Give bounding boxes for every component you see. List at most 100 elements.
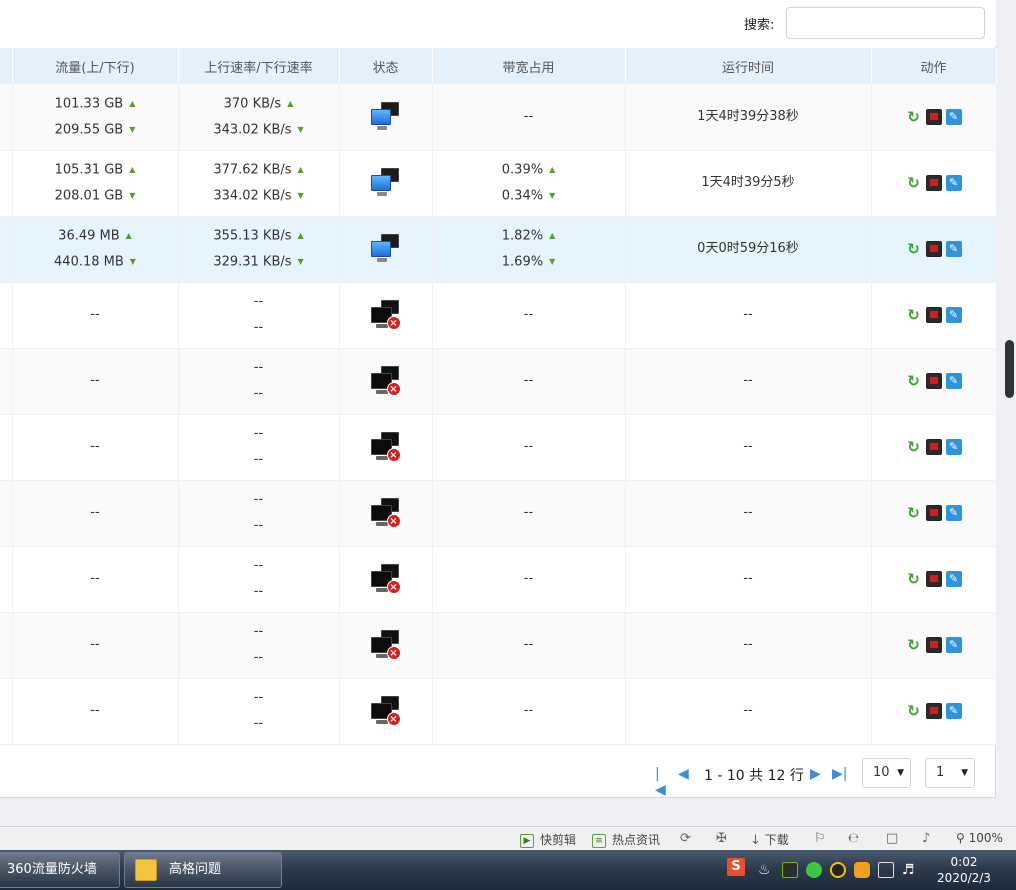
- taskbar-app-360firewall[interactable]: 360流量防火墙: [0, 852, 120, 888]
- col-bandwidth[interactable]: 带宽占用: [432, 48, 626, 84]
- edit-icon[interactable]: ✎: [945, 637, 962, 653]
- table-row[interactable]: -- -- -- × -- -- ↻ ✎: [0, 546, 997, 613]
- edit-icon[interactable]: ✎: [945, 241, 962, 257]
- refresh-icon[interactable]: ↻: [906, 439, 922, 455]
- col-actions: 动作: [871, 48, 997, 84]
- flag-icon[interactable]: ⚐: [814, 831, 826, 846]
- uptime-value: --: [743, 439, 753, 454]
- edit-icon[interactable]: ✎: [945, 571, 962, 587]
- 360-guard-icon[interactable]: [806, 862, 822, 878]
- col-rate[interactable]: 上行速率/下行速率: [178, 48, 340, 84]
- refresh-icon[interactable]: ↻: [906, 703, 922, 719]
- page-size-select[interactable]: 10 ▼: [862, 758, 911, 788]
- rate-down: --: [253, 584, 264, 599]
- table-row[interactable]: -- -- -- × -- -- ↻ ✎: [0, 282, 997, 349]
- refresh-icon[interactable]: ↻: [906, 637, 922, 653]
- table-row[interactable]: -- -- -- × -- -- ↻ ✎: [0, 678, 997, 745]
- traffic-down: 208.01 GB: [13, 183, 178, 209]
- network-icon[interactable]: [878, 862, 894, 878]
- table-row[interactable]: -- -- -- × -- -- ↻ ✎: [0, 348, 997, 415]
- remote-desktop-icon[interactable]: [925, 175, 942, 191]
- actions-cell: ↻ ✎: [871, 348, 997, 415]
- table-row[interactable]: -- -- -- × -- -- ↻ ✎: [0, 480, 997, 547]
- nvidia-icon[interactable]: [782, 862, 798, 878]
- table-row[interactable]: 101.33 GB209.55 GB370 KB/s343.02 KB/s -- 1…: [0, 84, 997, 151]
- col-uptime[interactable]: 运行时间: [625, 48, 872, 84]
- bandwidth-cell: --: [432, 282, 626, 349]
- edit-icon[interactable]: ✎: [945, 439, 962, 455]
- speed-icon[interactable]: ⟳: [680, 831, 691, 846]
- refresh-icon[interactable]: ↻: [906, 571, 922, 587]
- row-stub: [0, 150, 13, 217]
- edit-icon[interactable]: ✎: [945, 703, 962, 719]
- last-page-icon[interactable]: ▶|: [832, 766, 847, 782]
- refresh-icon[interactable]: ↻: [906, 241, 922, 257]
- windows-taskbar: 360流量防火墙 高格问题 S ♨ ♬ 0:02 2020/2/3: [0, 850, 1016, 890]
- refresh-icon[interactable]: ↻: [906, 307, 922, 323]
- remote-desktop-icon[interactable]: [925, 703, 942, 719]
- remote-desktop-icon[interactable]: [925, 505, 942, 521]
- accelerate-icon[interactable]: ✠: [716, 831, 727, 846]
- bandwidth-value: --: [523, 571, 534, 586]
- rate-cell: -- --: [178, 678, 340, 745]
- uptime-value: --: [743, 571, 753, 586]
- remote-desktop-icon[interactable]: [925, 307, 942, 323]
- hotnews-button[interactable]: ≡ 热点资讯: [592, 831, 660, 848]
- edit-icon[interactable]: ✎: [945, 108, 962, 125]
- col-traffic[interactable]: 流量(上/下行): [12, 48, 179, 84]
- sogou-ime-icon[interactable]: S: [727, 858, 745, 876]
- next-page-icon[interactable]: ▶: [810, 766, 824, 782]
- remote-desktop-icon[interactable]: [925, 439, 942, 455]
- actions-cell: ↻ ✎: [871, 282, 997, 349]
- refresh-icon[interactable]: ↻: [906, 505, 922, 521]
- row-stub: [0, 546, 13, 613]
- remote-desktop-icon[interactable]: [925, 241, 942, 257]
- row-stub: [0, 480, 13, 547]
- taskbar-app-folder[interactable]: 高格问题: [124, 852, 282, 888]
- zoom-control[interactable]: ⚲ 100%: [956, 831, 1003, 845]
- notification-icon[interactable]: ♨: [758, 862, 774, 878]
- edit-icon[interactable]: ✎: [945, 307, 962, 323]
- scroll-thumb[interactable]: [1005, 340, 1014, 398]
- edit-icon[interactable]: ✎: [945, 175, 962, 191]
- table-row[interactable]: 105.31 GB208.01 GB377.62 KB/s334.02 KB/s…: [0, 150, 997, 217]
- remote-desktop-icon[interactable]: [925, 571, 942, 587]
- prev-page-icon[interactable]: ◀: [678, 766, 692, 782]
- volume-icon[interactable]: ♪: [922, 831, 930, 846]
- table-row[interactable]: -- -- -- × -- -- ↻ ✎: [0, 414, 997, 481]
- app-tray-icon[interactable]: [854, 862, 870, 878]
- rate-down: --: [253, 716, 264, 731]
- refresh-icon[interactable]: ↻: [906, 109, 922, 125]
- remote-desktop-icon[interactable]: [925, 108, 942, 125]
- page-number-select[interactable]: 1 ▼: [925, 758, 975, 788]
- col-status[interactable]: 状态: [339, 48, 433, 84]
- rate-down: --: [253, 320, 264, 335]
- uptime-value: --: [743, 505, 753, 520]
- traffic-cell: --: [12, 282, 179, 349]
- ie-icon[interactable]: ℮: [848, 831, 859, 846]
- window-icon[interactable]: □: [886, 831, 898, 846]
- edit-icon[interactable]: ✎: [945, 373, 962, 389]
- actions-cell: ↻ ✎: [871, 546, 997, 613]
- edit-icon[interactable]: ✎: [945, 505, 962, 521]
- download-button[interactable]: ↓ 下载: [750, 831, 789, 848]
- remote-desktop-icon[interactable]: [925, 637, 942, 653]
- online-computers-icon: [369, 100, 403, 134]
- bandwidth-down: 0.34%: [433, 183, 625, 209]
- table-row[interactable]: 36.49 MB440.18 MB355.13 KB/s329.31 KB/s 1…: [0, 216, 997, 283]
- taskbar-app-label: 360流量防火墙: [7, 862, 97, 877]
- vertical-scrollbar[interactable]: [1002, 0, 1016, 826]
- refresh-icon[interactable]: ↻: [906, 373, 922, 389]
- taskbar-clock[interactable]: 0:02 2020/2/3: [934, 854, 994, 886]
- hotnews-label: 热点资讯: [612, 833, 661, 847]
- search-input[interactable]: [786, 7, 985, 39]
- traffic-up: 101.33 GB: [13, 91, 178, 117]
- refresh-icon[interactable]: ↻: [906, 175, 922, 191]
- table-row[interactable]: -- -- -- × -- -- ↻ ✎: [0, 612, 997, 679]
- qq-icon[interactable]: [830, 862, 846, 878]
- first-page-icon[interactable]: |◀: [655, 766, 669, 798]
- rate-up: --: [253, 294, 264, 309]
- speaker-icon[interactable]: ♬: [902, 862, 918, 878]
- kuaijianji-button[interactable]: ▶ 快剪辑: [520, 831, 576, 848]
- remote-desktop-icon[interactable]: [925, 373, 942, 389]
